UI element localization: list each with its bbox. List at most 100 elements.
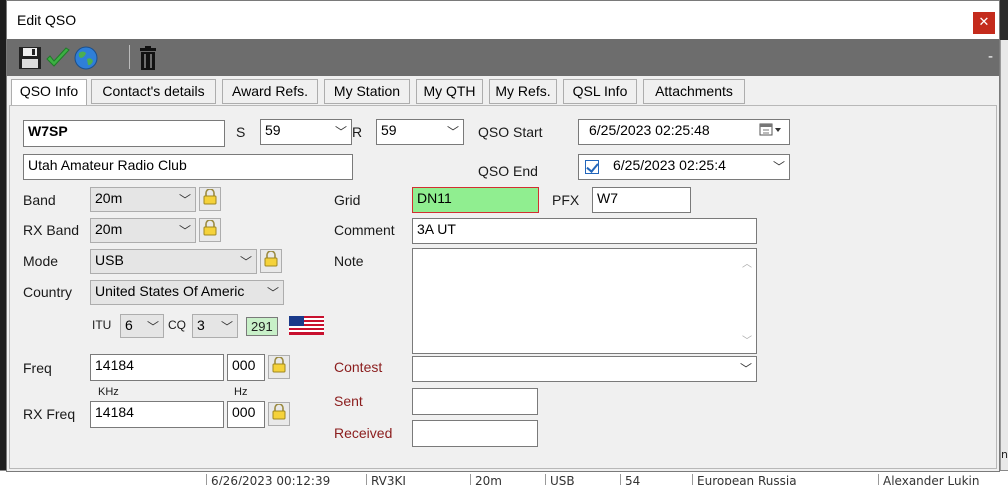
rst-sent-select[interactable]: 59 ﹀	[260, 119, 352, 145]
band-value: 20m	[95, 190, 123, 206]
log-cell-mode: USB	[545, 474, 575, 485]
pfx-label: PFX	[552, 192, 580, 208]
lock-icon	[203, 219, 217, 240]
tab-my-refs[interactable]: My Refs.	[489, 79, 557, 104]
chevron-down-icon: ﹀	[239, 255, 252, 269]
window-title: Edit QSO	[17, 12, 77, 28]
background-log-row: 6/26/2023 00:12:39 RV3KJ 20m USB 54 Euro…	[0, 470, 1008, 485]
edit-qso-dialog: Edit QSO ✕ - QSO Info Contact's details …	[6, 0, 1000, 472]
tab-qso-info[interactable]: QSO Info	[11, 79, 87, 106]
qso-start-label: QSO Start	[478, 124, 543, 140]
rx-freq-lock-button[interactable]	[268, 402, 290, 426]
calendar-icon[interactable]	[759, 123, 783, 140]
scroll-up-icon[interactable]: ︿	[742, 255, 752, 270]
mode-lock-button[interactable]	[260, 249, 282, 273]
rst-received-select[interactable]: 59 ﹀	[376, 119, 464, 145]
lock-icon	[272, 356, 286, 377]
country-label: Country	[23, 284, 73, 300]
chevron-down-icon: ﹀	[334, 125, 347, 139]
rx-freq-hz-field[interactable]: 000	[227, 401, 265, 428]
r-label: R	[352, 124, 363, 140]
itu-value: 6	[125, 317, 133, 333]
grid-locator-field[interactable]: DN11	[412, 187, 539, 213]
tab-contacts-details[interactable]: Contact's details	[91, 79, 216, 104]
chevron-down-icon: ﹀	[772, 160, 785, 174]
chevron-down-icon: ﹀	[446, 125, 459, 139]
band-label: Band	[23, 192, 56, 208]
qso-info-panel: W7SP S 59 ﹀ R 59 ﹀ QSO Start 6/25/2023 02:…	[9, 105, 997, 469]
log-cell-call: RV3KJ	[366, 474, 406, 485]
received-field[interactable]	[412, 420, 538, 447]
qso-end-label: QSO End	[478, 163, 538, 179]
sent-field[interactable]	[412, 388, 538, 415]
sent-label: Sent	[334, 393, 363, 409]
itu-label: ITU	[92, 318, 112, 332]
freq-hz-field[interactable]: 000	[227, 354, 265, 381]
mode-value: USB	[95, 252, 124, 268]
log-cell-zone: 54	[620, 474, 640, 485]
rx-band-lock-button[interactable]	[199, 218, 221, 242]
contact-name-field[interactable]: Utah Amateur Radio Club	[23, 154, 353, 180]
scroll-down-icon[interactable]: ﹀	[742, 332, 752, 347]
mode-label: Mode	[23, 253, 59, 269]
qso-start-value: 6/25/2023 02:25:48	[589, 122, 710, 138]
freq-khz-field[interactable]: 14184	[90, 354, 224, 381]
rx-freq-khz-field[interactable]: 14184	[90, 401, 224, 428]
qso-end-datetime[interactable]: 6/25/2023 02:25:4 ﹀	[578, 154, 790, 180]
note-textarea[interactable]: ︿ ﹀	[412, 248, 757, 354]
toolbar-separator	[129, 45, 130, 69]
contest-select[interactable]: ﹀	[412, 356, 757, 382]
band-lock-button[interactable]	[199, 187, 221, 211]
freq-label: Freq	[23, 360, 52, 376]
cq-zone-select[interactable]: 3 ﹀	[192, 314, 238, 338]
tab-qsl-info[interactable]: QSL Info	[563, 79, 637, 104]
rx-band-select[interactable]: 20m ﹀	[90, 218, 196, 243]
tab-award-refs[interactable]: Award Refs.	[222, 79, 318, 104]
cq-label: CQ	[168, 318, 186, 332]
comment-field[interactable]: 3A UT	[412, 218, 757, 244]
qso-end-checkbox[interactable]	[585, 160, 599, 174]
collapse-toolbar-button[interactable]: -	[988, 49, 993, 65]
save-icon[interactable]	[17, 44, 43, 72]
checkmark-icon[interactable]	[45, 44, 71, 72]
callsign-field[interactable]: W7SP	[23, 120, 225, 147]
received-label: Received	[334, 425, 393, 441]
trash-icon[interactable]	[135, 44, 161, 72]
toolbar: -	[7, 39, 999, 76]
khz-unit-label: KHz	[98, 386, 119, 398]
cq-value: 3	[197, 317, 205, 333]
dxcc-code-badge: 291	[246, 317, 278, 336]
background-right-text: n	[1001, 448, 1008, 461]
chevron-down-icon: ﹀	[178, 193, 191, 207]
itu-zone-select[interactable]: 6 ﹀	[120, 314, 164, 338]
comment-label: Comment	[334, 222, 395, 238]
lock-icon	[272, 403, 286, 424]
mode-select[interactable]: USB ﹀	[90, 249, 257, 274]
tab-my-station[interactable]: My Station	[324, 79, 410, 104]
tab-attachments[interactable]: Attachments	[643, 79, 745, 104]
close-button[interactable]: ✕	[973, 12, 995, 34]
globe-icon[interactable]	[73, 44, 99, 72]
prefix-field[interactable]: W7	[592, 187, 691, 213]
lock-icon	[203, 188, 217, 209]
hz-unit-label: Hz	[234, 386, 248, 398]
chevron-down-icon: ﹀	[178, 224, 191, 238]
country-select[interactable]: United States Of Americ ﹀	[90, 280, 284, 305]
background-app-right-edge: n	[1000, 40, 1008, 485]
band-select[interactable]: 20m ﹀	[90, 187, 196, 212]
country-value: United States Of Americ	[95, 283, 245, 299]
rst-sent-value: 59	[265, 122, 281, 138]
freq-lock-button[interactable]	[268, 355, 290, 379]
rst-received-value: 59	[381, 122, 397, 138]
chevron-down-icon: ﹀	[266, 286, 279, 300]
log-cell-date: 6/26/2023 00:12:39	[206, 474, 330, 485]
log-cell-country: European Russia	[692, 474, 797, 485]
note-label: Note	[334, 253, 364, 269]
title-bar: Edit QSO ✕	[7, 1, 999, 39]
qso-start-datetime[interactable]: 6/25/2023 02:25:48	[578, 119, 790, 145]
tab-my-qth[interactable]: My QTH	[416, 79, 483, 104]
us-flag-icon	[289, 316, 324, 339]
chevron-down-icon: ﹀	[146, 320, 159, 334]
grid-label: Grid	[334, 192, 361, 208]
chevron-down-icon: ﹀	[220, 320, 233, 334]
